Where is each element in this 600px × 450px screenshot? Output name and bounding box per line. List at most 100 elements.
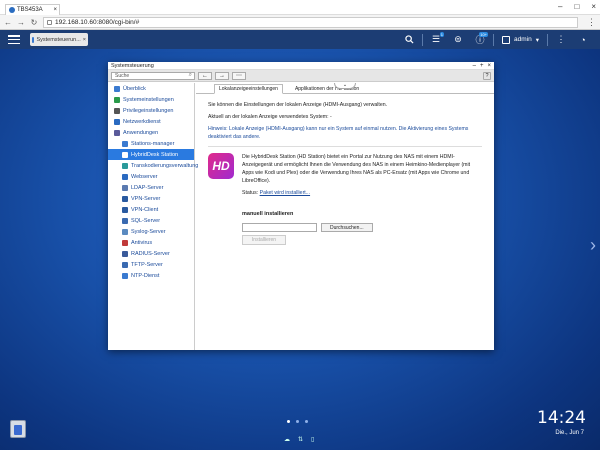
back-button[interactable]: ← <box>198 71 212 80</box>
sidebar-item[interactable]: HybridDesk Station <box>108 149 194 160</box>
sidebar-item-label: Syslog-Server <box>131 228 166 235</box>
browser-tab[interactable]: TBS453A × <box>5 4 60 15</box>
maximize-button[interactable]: □ <box>574 2 579 11</box>
sidebar-item[interactable]: SQL-Server <box>108 215 194 226</box>
forward-button[interactable]: → <box>215 71 229 80</box>
sidebar-item-label: NTP-Dienst <box>131 272 160 279</box>
content-body: Sie können die Einstellungen der lokalen… <box>196 94 494 252</box>
sidebar-item-icon <box>114 129 120 136</box>
search-input[interactable]: Suche ⌕ <box>111 71 195 80</box>
close-tab-icon[interactable]: × <box>53 7 57 13</box>
sidebar-item[interactable]: Transkodierungsverwaltung <box>108 160 198 171</box>
sidebar-item[interactable]: Systemeinstellungen <box>108 94 194 105</box>
sidebar-item-label: Transkodierungsverwaltung <box>131 162 199 169</box>
background-tasks-icon[interactable]: ☰ 1 <box>425 30 447 49</box>
sidebar-item[interactable]: TFTP-Server <box>108 259 194 270</box>
sidebar-item-label: Stations-manager <box>131 140 175 147</box>
window-toolbar: Suche ⌕ ← → ⋯ ? <box>108 70 494 82</box>
sidebar-item[interactable]: NTP-Dienst <box>108 270 194 281</box>
sidebar-item-icon <box>122 206 128 213</box>
back-icon[interactable]: ← <box>4 18 12 27</box>
events-badge: 10+ <box>479 32 489 37</box>
desktop: Systemsteuerun... × ☰ 1 ⊜ ⓘ 10+ admin ▾ ⋮ … <box>0 30 600 450</box>
event-notification-icon[interactable]: ⓘ 10+ <box>469 30 491 49</box>
hd-station-logo-icon: HD <box>208 153 234 179</box>
browser-menu-icon[interactable]: ⋮ <box>587 17 596 28</box>
recycle-bin-icon[interactable] <box>10 420 26 438</box>
sidebar-item-icon <box>122 151 128 158</box>
user-menu[interactable]: admin ▾ <box>496 35 545 44</box>
open-app-tab[interactable]: Systemsteuerun... × <box>30 33 88 46</box>
sidebar-item-label: Netzwerkdienst <box>123 118 161 125</box>
sidebar-item[interactable]: LDAP-Server <box>108 182 194 193</box>
status-link[interactable]: Paket wird installiert... <box>260 190 310 196</box>
next-page-arrow-icon[interactable]: › <box>590 235 596 256</box>
dashboard-icon[interactable]: ◔ <box>572 30 594 49</box>
page-dot[interactable] <box>305 420 308 423</box>
sidebar-item[interactable]: Überblick <box>108 83 194 94</box>
sidebar-item-label: RADIUS-Server <box>131 250 170 257</box>
sidebar-item-icon <box>122 162 128 169</box>
window-title: Systemsteuerung <box>111 62 154 69</box>
browse-button[interactable]: Durchsuchen... <box>321 223 373 232</box>
sidebar-item-label: Antivirus <box>131 239 153 246</box>
intro-text: Sie können die Einstellungen der lokalen… <box>208 102 388 108</box>
url-field[interactable]: 192.168.10.60:8080/cgi-bin/# <box>43 16 578 28</box>
sidebar-item[interactable]: Stations-manager <box>108 138 194 149</box>
reload-icon[interactable]: ↻ <box>30 18 38 27</box>
page-dot[interactable] <box>287 420 290 423</box>
sync-icon[interactable]: ⇅ <box>298 436 303 443</box>
status-line: Status: Paket wird installiert... <box>242 189 472 197</box>
more-icon[interactable]: ⋮ <box>550 30 572 49</box>
sidebar-item-icon <box>122 261 128 268</box>
cloud-icon[interactable]: ☁ <box>284 436 290 443</box>
sidebar-item-label: Anwendungen <box>123 129 159 136</box>
maximize-app-icon[interactable]: + <box>480 63 484 69</box>
sidebar-item-icon <box>114 118 120 125</box>
hint-text: Hinweis: Lokale Anzeige (HDMI-Ausgang) k… <box>208 126 469 140</box>
browser-tab-title: TBS453A <box>17 7 43 13</box>
open-app-label: Systemsteuerun... <box>36 36 81 43</box>
sidebar-item-icon <box>122 195 128 202</box>
sidebar-item[interactable]: Webserver <box>108 171 194 182</box>
close-app-window-icon[interactable]: × <box>487 63 491 69</box>
search-icon[interactable] <box>398 30 420 49</box>
sidebar-item-icon <box>114 107 120 114</box>
main-menu-icon[interactable] <box>8 35 20 44</box>
sidebar-item[interactable]: VPN-Server <box>108 193 194 204</box>
grid-view-button[interactable]: ⋯ <box>232 71 246 80</box>
sidebar-item[interactable]: Antivirus <box>108 237 194 248</box>
sidebar-item[interactable]: Anwendungen <box>108 127 194 138</box>
sidebar-item[interactable]: Syslog-Server <box>108 226 194 237</box>
sidebar-item-label: HybridDesk Station <box>131 151 179 158</box>
file-path-input[interactable] <box>242 223 317 232</box>
sidebar: Überblick Systemeinstellungen Privilegeins… <box>108 83 198 350</box>
sidebar-item[interactable]: VPN-Client <box>108 204 194 215</box>
qts-taskbar: Systemsteuerun... × ☰ 1 ⊜ ⓘ 10+ admin ▾ ⋮ … <box>0 30 600 49</box>
minimize-button[interactable]: – <box>558 2 562 11</box>
current-system-text: Aktuell an der lokalen Anzeige verwendet… <box>208 114 332 120</box>
sidebar-item-label: Webserver <box>131 173 158 180</box>
collapse-chevron-icon[interactable]: ⌄ <box>334 83 356 89</box>
page-dot[interactable] <box>296 420 299 423</box>
tab-local-display[interactable]: Lokalanzeigeeinstellungen <box>214 84 283 94</box>
control-panel-window: Systemsteuerung – + × Suche ⌕ ← → ⋯ ? Üb… <box>108 62 494 350</box>
help-button[interactable]: ? <box>483 71 491 80</box>
window-titlebar: Systemsteuerung – + × <box>108 62 494 70</box>
sidebar-item-label: TFTP-Server <box>131 261 163 268</box>
external-device-icon[interactable]: ⊜ <box>447 30 469 49</box>
forward-icon[interactable]: → <box>17 18 25 27</box>
install-button[interactable]: Installieren <box>242 235 286 245</box>
sidebar-item[interactable]: RADIUS-Server <box>108 248 194 259</box>
control-panel-icon <box>32 36 35 43</box>
close-app-icon[interactable]: × <box>83 37 86 43</box>
window-controls: – □ × <box>558 2 596 11</box>
book-icon[interactable]: ▯ <box>311 436 314 443</box>
status-label: Status: <box>242 190 259 196</box>
sidebar-item[interactable]: Netzwerkdienst <box>108 116 194 127</box>
close-window-button[interactable]: × <box>591 2 596 11</box>
sidebar-item[interactable]: Privilegeinstellungen <box>108 105 194 116</box>
hd-station-description: Die HybridDesk Station (HD Station) biet… <box>242 153 472 197</box>
minimize-app-icon[interactable]: – <box>473 63 476 69</box>
sidebar-item-label: Privilegeinstellungen <box>123 107 174 114</box>
